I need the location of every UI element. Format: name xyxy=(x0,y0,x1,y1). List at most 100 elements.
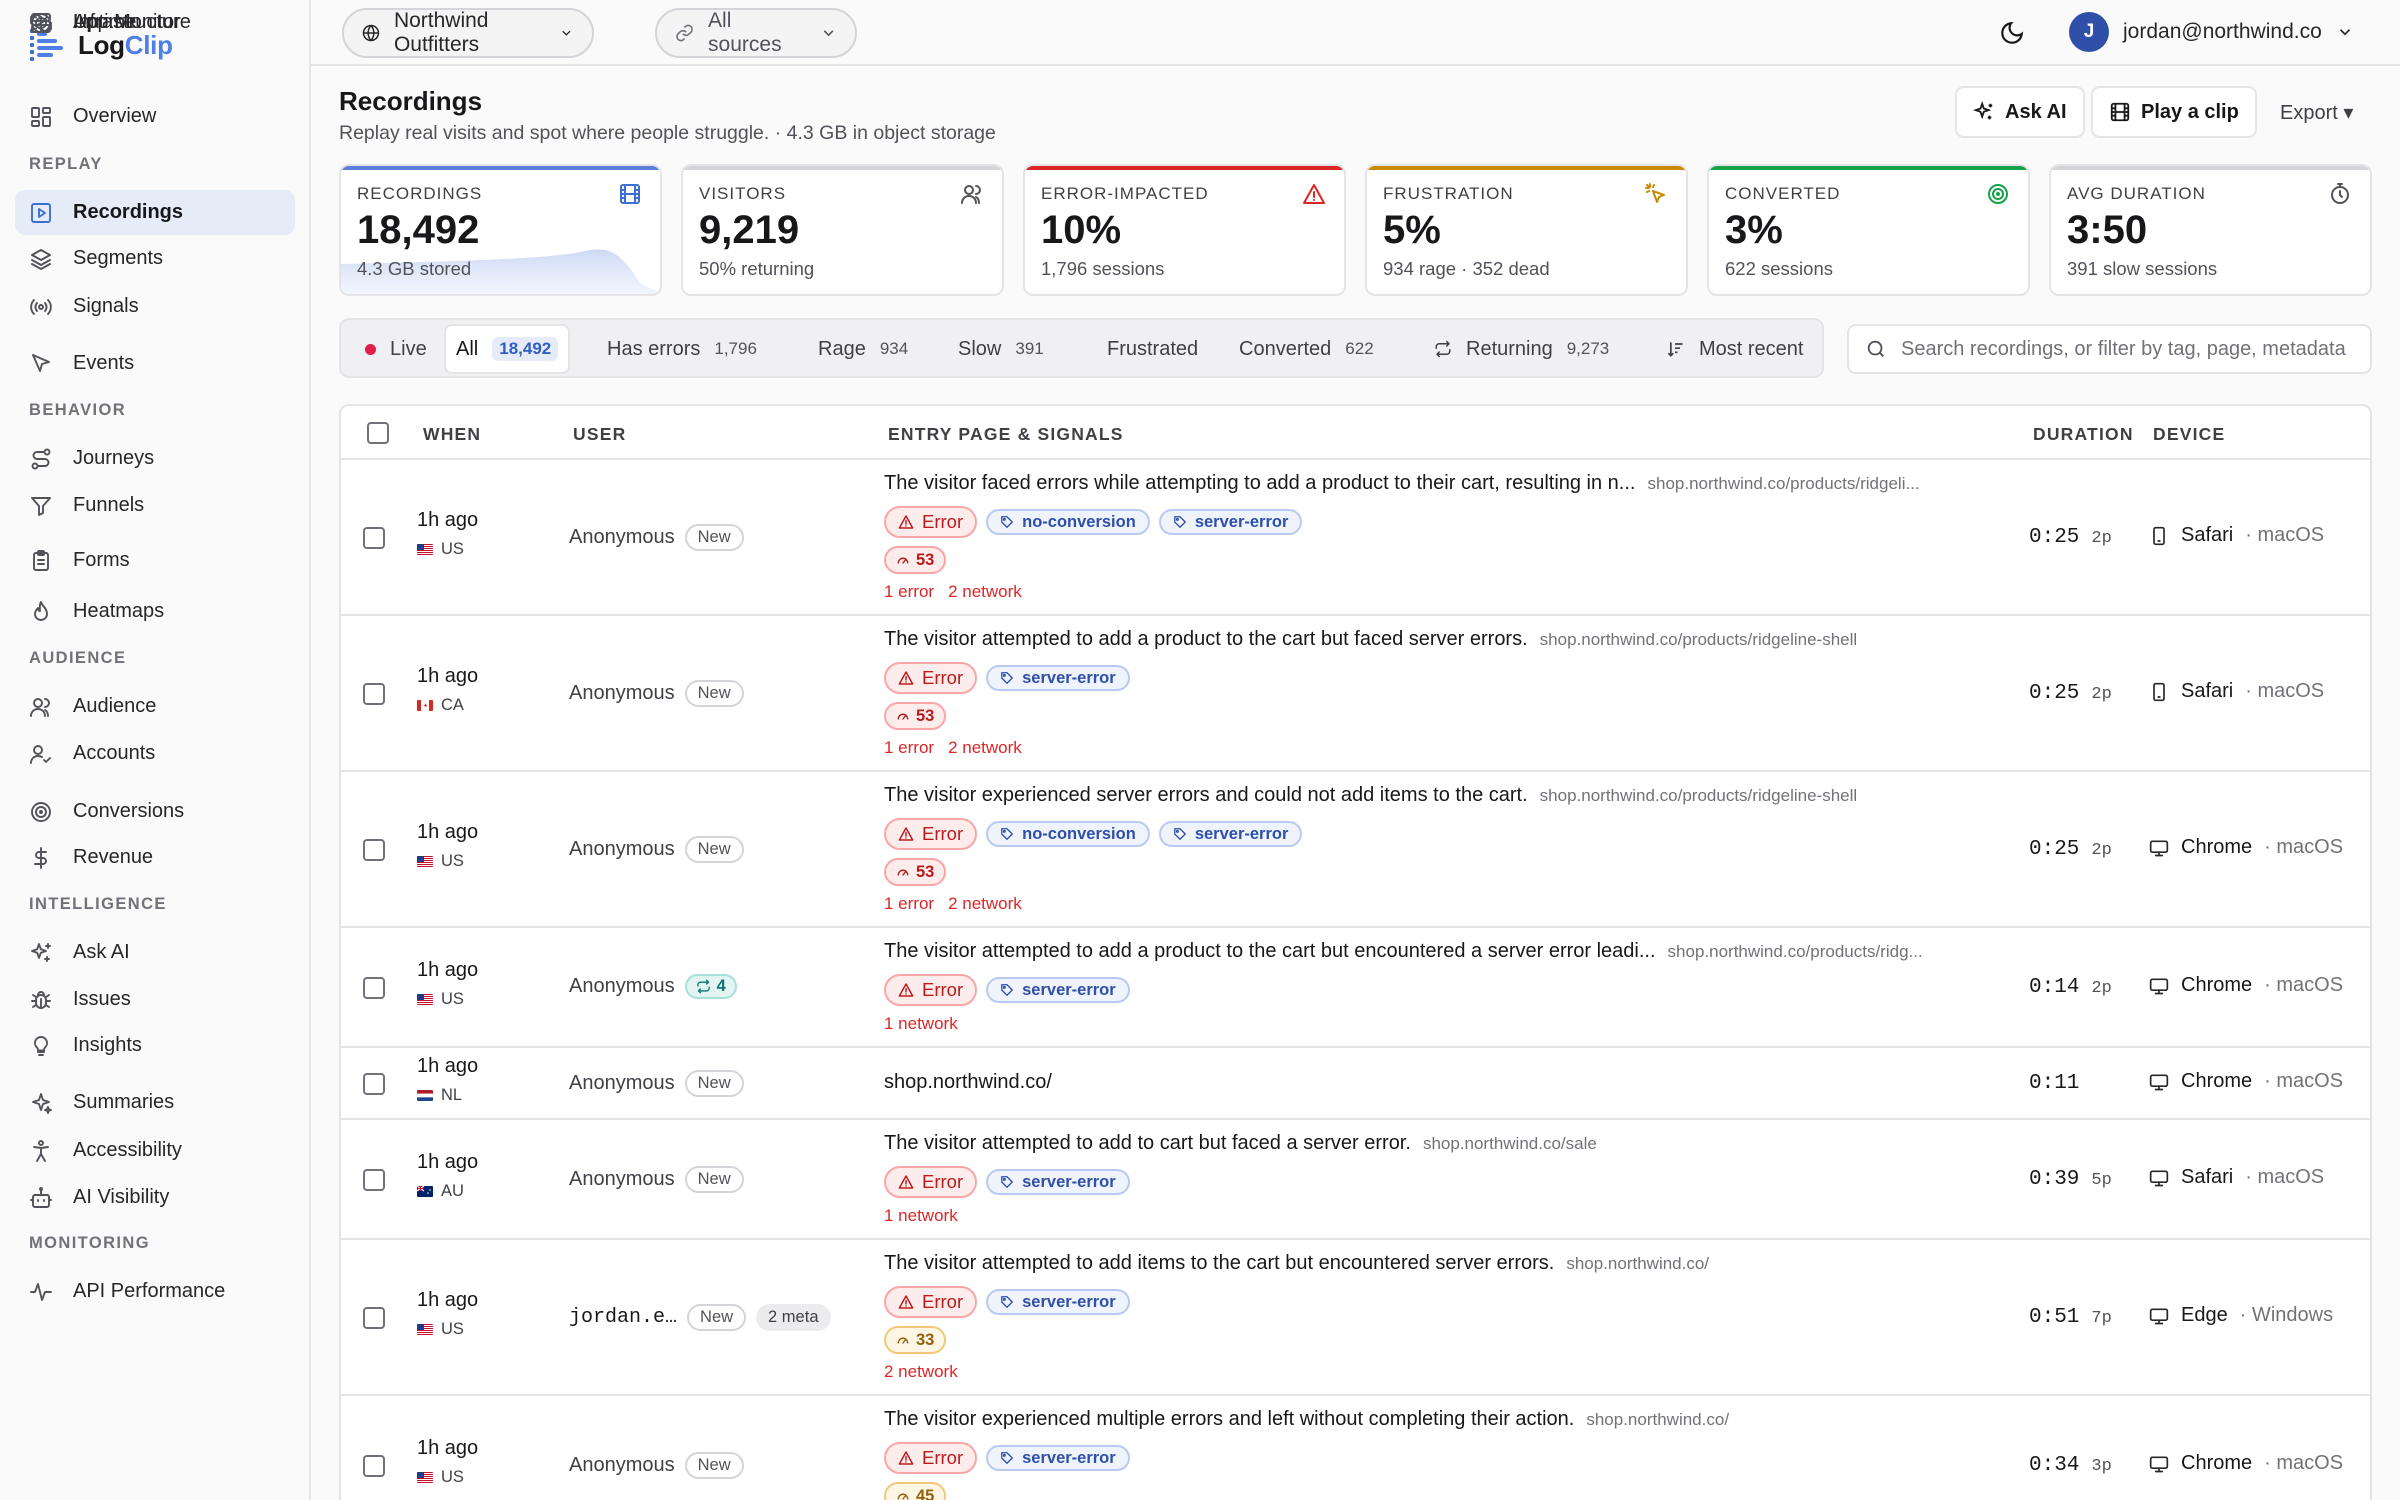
sidebar-item-accessibility[interactable]: Accessibility xyxy=(15,1128,295,1173)
sidebar-item-conversions[interactable]: Conversions xyxy=(15,789,295,834)
row-user[interactable]: Anonymous New xyxy=(569,1452,744,1479)
sidebar-item-insights[interactable]: Insights xyxy=(15,1023,295,1068)
sidebar-item-recordings[interactable]: Recordings xyxy=(15,190,295,235)
sidebar-item-events[interactable]: Events xyxy=(15,341,295,386)
filter-all[interactable]: All 18,492 xyxy=(444,324,571,374)
table-row[interactable]: 1h ago CA Anonymous New The visitor attempte… xyxy=(341,616,2370,772)
error-chip[interactable]: Error xyxy=(884,818,978,850)
filter-returning[interactable]: Returning 9,273 xyxy=(1424,327,1619,371)
row-user[interactable]: Anonymous New xyxy=(569,1070,744,1097)
export-button[interactable]: Export ▾ xyxy=(2280,100,2353,125)
filter-rage[interactable]: Rage 934 xyxy=(808,327,918,371)
sidebar-item-forms[interactable]: Forms xyxy=(15,538,295,583)
row-summary[interactable]: The visitor attempted to add to cart but… xyxy=(884,1132,1597,1155)
workspace-select[interactable]: Northwind Outfitters xyxy=(342,8,594,58)
table-row[interactable]: 1h ago US Anonymous 4 The visitor attempted … xyxy=(341,928,2370,1048)
stat-card-recordings[interactable]: RECORDINGS 18,492 4.3 GB stored xyxy=(339,164,662,296)
error-chip[interactable]: Error xyxy=(884,662,978,694)
tag-chip[interactable]: no-conversion xyxy=(986,821,1150,847)
row-user[interactable]: Anonymous New xyxy=(569,680,744,707)
column-duration[interactable]: DURATION xyxy=(2033,424,2134,445)
sidebar-item-infrastructure[interactable]: Infrastructure xyxy=(15,0,295,45)
row-user[interactable]: Anonymous New xyxy=(569,836,744,863)
table-row[interactable]: 1h ago NL Anonymous New shop.northwind.co/0:… xyxy=(341,1048,2370,1120)
entry-url[interactable]: shop.northwind.co/ xyxy=(1566,1254,1709,1274)
sidebar-item-heatmaps[interactable]: Heatmaps xyxy=(15,589,295,634)
theme-toggle-button[interactable] xyxy=(1999,20,2025,46)
row-checkbox[interactable] xyxy=(363,839,385,861)
sort-menu[interactable]: Most recent xyxy=(1655,327,1813,371)
tag-chip[interactable]: server-error xyxy=(986,1289,1130,1315)
stat-card-frustration[interactable]: FRUSTRATION 5% 934 rage · 352 dead xyxy=(1365,164,1688,296)
sidebar-item-issues[interactable]: Issues xyxy=(15,977,295,1022)
row-checkbox[interactable] xyxy=(363,683,385,705)
table-row[interactable]: 1h ago US Anonymous New The visitor experien… xyxy=(341,772,2370,928)
table-row[interactable]: 1h ago US Anonymous New The visitor faced er… xyxy=(341,460,2370,616)
ask-ai-button[interactable]: Ask AI xyxy=(1955,86,2085,138)
sidebar-item-signals[interactable]: Signals xyxy=(15,284,295,329)
row-checkbox[interactable] xyxy=(363,1307,385,1329)
entry-url[interactable]: shop.northwind.co/products/ridgeline-she… xyxy=(1540,630,1858,650)
tag-chip[interactable]: server-error xyxy=(986,977,1130,1003)
network-count[interactable]: 2 network xyxy=(948,582,1022,602)
sidebar-item-audience[interactable]: Audience xyxy=(15,684,295,729)
sidebar-item-journeys[interactable]: Journeys xyxy=(15,436,295,481)
table-row[interactable]: 1h ago AU Anonymous New The visitor attempte… xyxy=(341,1120,2370,1240)
tag-chip[interactable]: server-error xyxy=(1158,509,1303,535)
row-summary[interactable]: The visitor attempted to add a product t… xyxy=(884,628,1857,651)
entry-url[interactable]: shop.northwind.co/products/ridgeli... xyxy=(1647,474,1919,494)
entry-url[interactable]: shop.northwind.co/products/ridgeline-she… xyxy=(1540,786,1858,806)
row-summary[interactable]: The visitor experienced multiple errors … xyxy=(884,1408,1729,1431)
sidebar-item-accounts[interactable]: Accounts xyxy=(15,731,295,776)
error-chip[interactable]: Error xyxy=(884,1286,978,1318)
table-row[interactable]: 1h ago US jordan.e… New 2 meta The visitor at… xyxy=(341,1240,2370,1396)
column-entry[interactable]: ENTRY PAGE & SIGNALS xyxy=(888,424,1124,445)
row-checkbox[interactable] xyxy=(363,1169,385,1191)
network-count[interactable]: 2 network xyxy=(884,1362,958,1382)
stat-card-converted[interactable]: CONVERTED 3% 622 sessions xyxy=(1707,164,2030,296)
sidebar-item-ai-visibility[interactable]: AI Visibility xyxy=(15,1175,295,1220)
tag-chip[interactable]: no-conversion xyxy=(986,509,1150,535)
error-chip[interactable]: Error xyxy=(884,506,978,538)
row-checkbox[interactable] xyxy=(363,1073,385,1095)
error-chip[interactable]: Error xyxy=(884,1442,978,1474)
entry-url[interactable]: shop.northwind.co/products/ridg... xyxy=(1668,942,1923,962)
error-count[interactable]: 1 error xyxy=(884,738,934,758)
tag-chip[interactable]: server-error xyxy=(1158,821,1303,847)
user-menu[interactable]: J jordan@northwind.co xyxy=(2069,12,2354,52)
entry-url[interactable]: shop.northwind.co/ xyxy=(1586,1410,1729,1430)
filter-slow[interactable]: Slow 391 xyxy=(948,327,1054,371)
network-count[interactable]: 1 network xyxy=(884,1206,958,1226)
sidebar-item-summaries[interactable]: Summaries xyxy=(15,1080,295,1125)
sidebar-item-segments[interactable]: Segments xyxy=(15,236,295,281)
column-when[interactable]: WHEN xyxy=(423,424,481,445)
row-user[interactable]: jordan.e… New 2 meta xyxy=(569,1304,831,1331)
row-summary[interactable]: shop.northwind.co/ xyxy=(884,1071,1052,1094)
sidebar-item-funnels[interactable]: Funnels xyxy=(15,483,295,528)
row-summary[interactable]: The visitor faced errors while attemptin… xyxy=(884,472,1920,495)
tag-chip[interactable]: server-error xyxy=(986,665,1130,691)
filter-has-errors[interactable]: Has errors 1,796 xyxy=(597,327,767,371)
table-row[interactable]: 1h ago US Anonymous New The visitor experien… xyxy=(341,1396,2370,1500)
search-box[interactable] xyxy=(1847,324,2372,374)
filter-converted[interactable]: Converted 622 xyxy=(1229,327,1384,371)
error-chip[interactable]: Error xyxy=(884,1166,978,1198)
row-user[interactable]: Anonymous New xyxy=(569,1166,744,1193)
error-count[interactable]: 1 error xyxy=(884,894,934,914)
row-user[interactable]: Anonymous 4 xyxy=(569,974,737,999)
error-chip[interactable]: Error xyxy=(884,974,978,1006)
row-summary[interactable]: The visitor attempted to add items to th… xyxy=(884,1252,1709,1275)
row-checkbox[interactable] xyxy=(363,527,385,549)
row-summary[interactable]: The visitor experienced server errors an… xyxy=(884,784,1857,807)
play-clip-button[interactable]: Play a clip xyxy=(2091,86,2257,138)
entry-url[interactable]: shop.northwind.co/sale xyxy=(1423,1134,1597,1154)
network-count[interactable]: 1 network xyxy=(884,1014,958,1034)
stat-card-visitors[interactable]: VISITORS 9,219 50% returning xyxy=(681,164,1004,296)
network-count[interactable]: 2 network xyxy=(948,894,1022,914)
row-user[interactable]: Anonymous New xyxy=(569,524,744,551)
live-filter[interactable]: Live xyxy=(355,327,437,371)
row-checkbox[interactable] xyxy=(363,977,385,999)
error-count[interactable]: 1 error xyxy=(884,582,934,602)
network-count[interactable]: 2 network xyxy=(948,738,1022,758)
sidebar-item-revenue[interactable]: Revenue xyxy=(15,835,295,880)
